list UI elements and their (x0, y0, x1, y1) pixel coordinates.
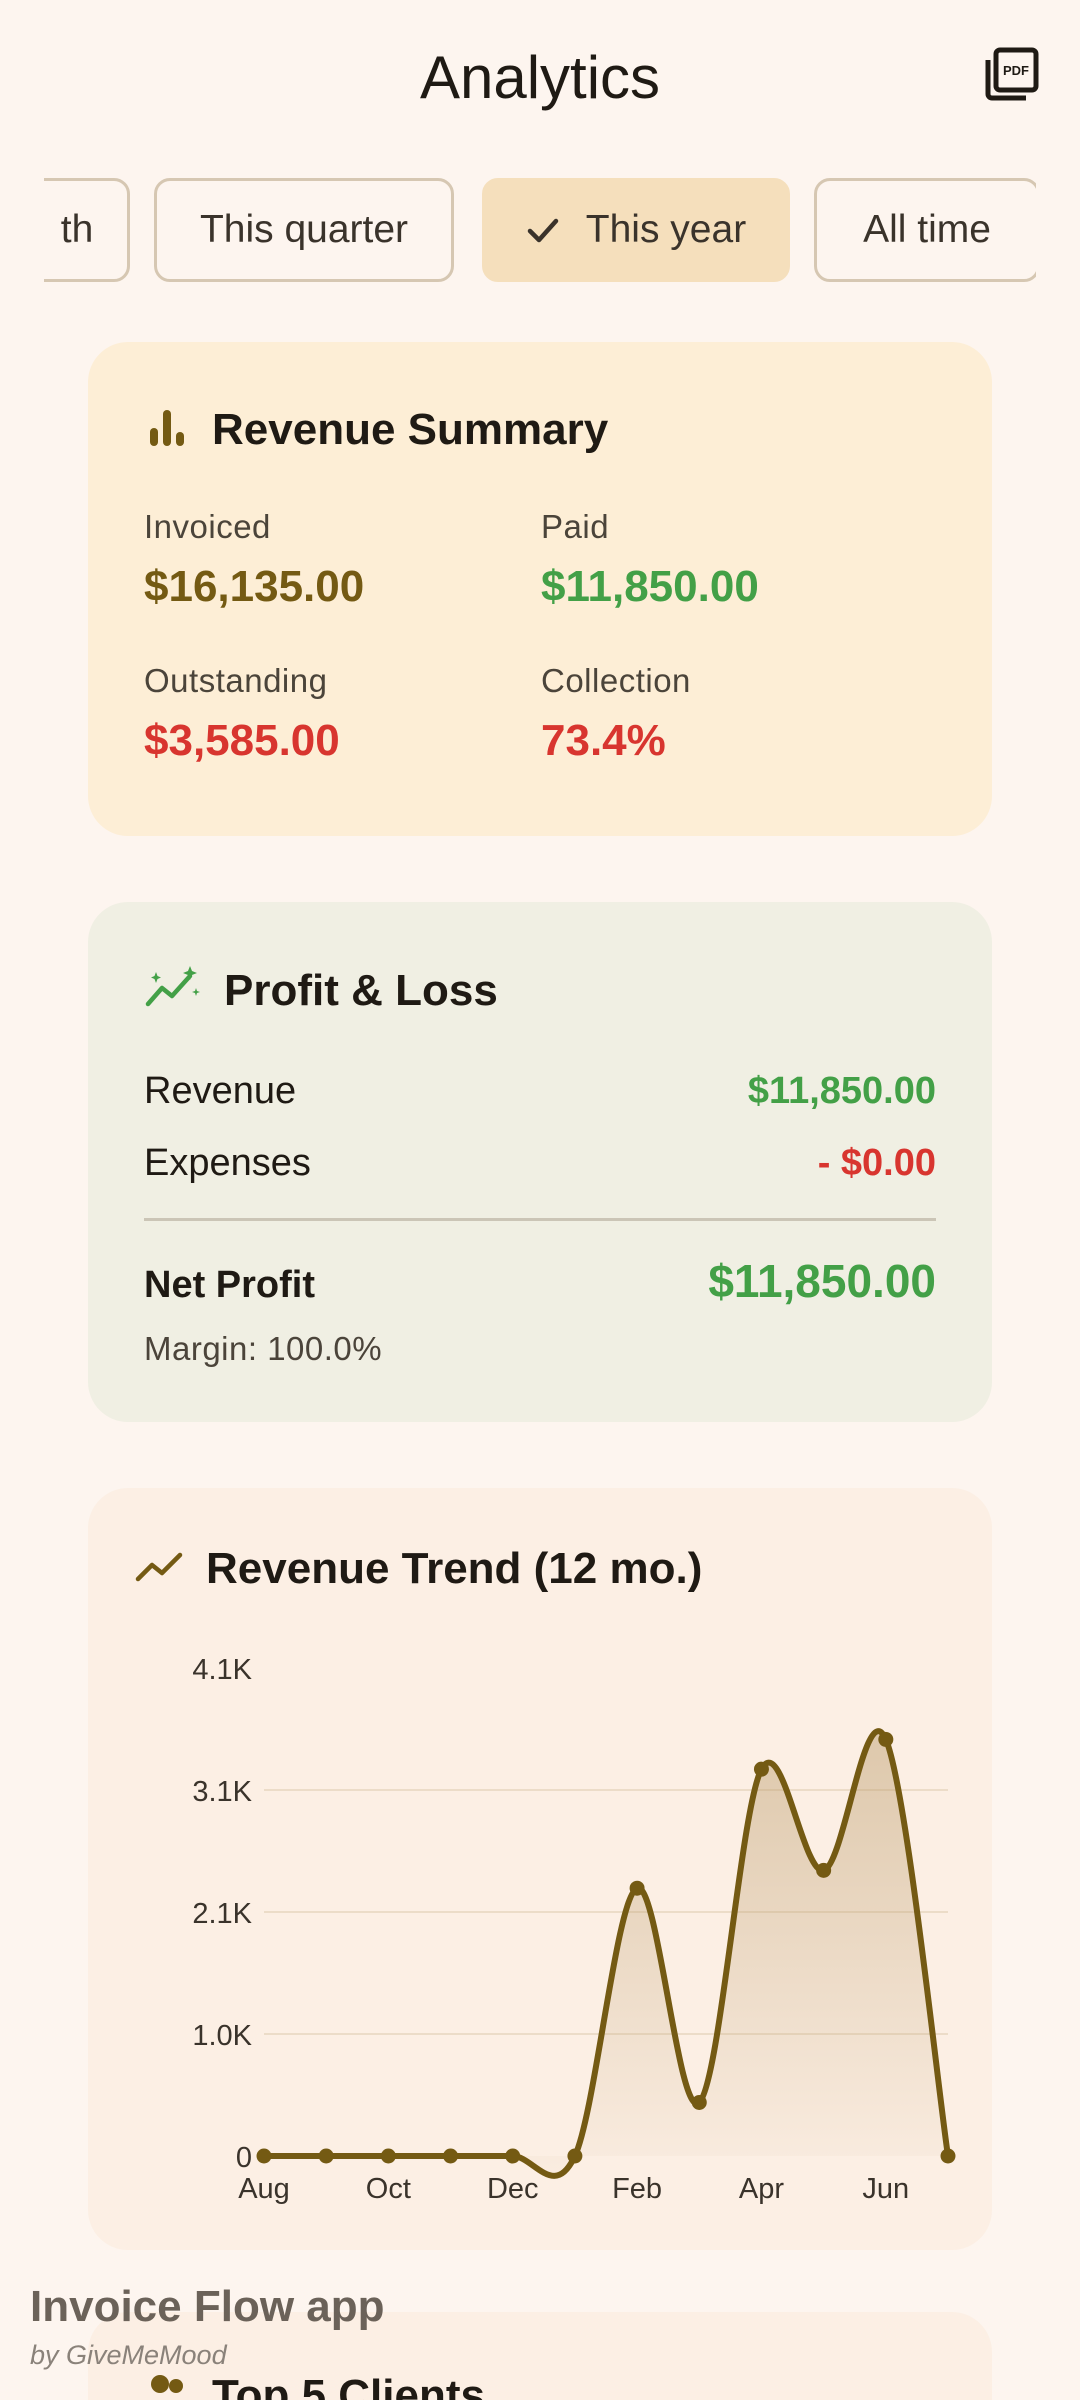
series-area (264, 1731, 948, 2176)
stat-label: Invoiced (144, 508, 271, 545)
x-tick-label: Aug (238, 2173, 290, 2205)
stat-value: $11,850.00 (541, 562, 759, 611)
row-value: $11,850.00 (747, 1070, 936, 1112)
row-value: $11,850.00 (708, 1255, 936, 1307)
invoiced-stat: Invoiced $16,135.00 (144, 508, 364, 612)
card-title: Top 5 Clients (212, 2370, 485, 2400)
revenue-trend-card: Revenue Trend (12 mo.) 0 1.0K 2.1K 3.1K 4.1K… (88, 1488, 992, 2250)
revenue-trend-chart: 0 1.0K 2.1K 3.1K 4.1K Aug Oct Dec Feb Apr Jun (192, 1654, 956, 2205)
pdf-export-icon: PDF (984, 46, 1040, 107)
chip-this-year[interactable]: This year (482, 178, 790, 282)
chip-this-quarter[interactable]: This quarter (154, 178, 454, 282)
chip-label: All time (863, 208, 991, 251)
profit-loss-header: Profit & Loss (144, 964, 498, 1017)
x-tick-label: Dec (487, 2173, 539, 2205)
revenue-summary-card: Revenue Summary Invoiced $16,135.00 Paid… (88, 342, 992, 836)
row-value: - $0.00 (817, 1142, 936, 1184)
y-tick-label: 0 (236, 2142, 252, 2174)
expenses-row: Expenses - $0.00 (144, 1142, 936, 1185)
row-label: Expenses (144, 1142, 311, 1184)
data-point (567, 2148, 583, 2164)
chip-label: This year (585, 208, 747, 251)
divider (144, 1218, 936, 1221)
revenue-summary-header: Revenue Summary (144, 404, 608, 455)
top-clients-header: Top 5 Clients (144, 2370, 485, 2400)
chip-this-month[interactable]: th (44, 178, 130, 282)
data-point (318, 2148, 334, 2164)
period-filter-chips: th This quarter This year All time (44, 178, 1036, 284)
stat-value: $3,585.00 (144, 716, 340, 765)
outstanding-stat: Outstanding $3,585.00 (144, 662, 340, 766)
chip-label: This quarter (199, 208, 409, 251)
chip-label: th (60, 208, 94, 251)
paid-stat: Paid $11,850.00 (541, 508, 759, 612)
data-point (753, 1761, 769, 1777)
chip-all-time[interactable]: All time (814, 178, 1036, 282)
data-point (940, 2148, 956, 2164)
stat-label: Paid (541, 508, 610, 545)
row-label: Revenue (144, 1070, 297, 1112)
bar-chart-icon (144, 404, 190, 455)
data-point (505, 2148, 521, 2164)
check-icon (526, 213, 560, 247)
data-point (380, 2148, 396, 2164)
revenue-row: Revenue $11,850.00 (144, 1070, 936, 1113)
net-profit-row: Net Profit $11,850.00 (144, 1254, 936, 1308)
collection-stat: Collection 73.4% (541, 662, 691, 766)
people-icon (144, 2370, 190, 2400)
y-tick-label: 3.1K (192, 1776, 252, 1808)
y-tick-label: 1.0K (192, 2020, 252, 2052)
y-tick-label: 2.1K (192, 1898, 252, 1930)
stat-value: $16,135.00 (144, 562, 365, 611)
svg-text:PDF: PDF (1003, 63, 1029, 78)
app-watermark: Invoice Flow app by GiveMeMood (30, 2282, 385, 2371)
x-tick-label: Apr (739, 2173, 784, 2205)
data-point (816, 1862, 832, 1878)
data-point (256, 2148, 272, 2164)
row-label: Net Profit (144, 1264, 315, 1306)
card-title: Revenue Summary (212, 404, 609, 454)
watermark-title: Invoice Flow app (30, 2282, 385, 2331)
x-tick-label: Jun (862, 2173, 909, 2205)
margin-text: Margin: 100.0% (144, 1330, 383, 1367)
data-point (629, 1880, 645, 1896)
stat-value: 73.4% (541, 716, 666, 765)
x-tick-label: Oct (366, 2173, 411, 2205)
app-bar: Analytics PDF (0, 0, 1080, 150)
card-title: Profit & Loss (224, 965, 498, 1015)
stat-label: Collection (541, 662, 691, 699)
data-point (691, 2094, 707, 2110)
x-tick-label: Feb (612, 2173, 662, 2205)
stat-label: Outstanding (144, 662, 328, 699)
y-tick-label: 4.1K (192, 1654, 252, 1686)
data-point (878, 1731, 894, 1747)
watermark-subtitle: by GiveMeMood (30, 2340, 227, 2370)
data-point (443, 2148, 459, 2164)
page-title: Analytics (419, 43, 661, 111)
export-pdf-button[interactable]: PDF (980, 44, 1044, 108)
trending-sparkle-icon (144, 964, 202, 1017)
profit-loss-card: Profit & Loss Revenue $11,850.00 Expense… (88, 902, 992, 1422)
